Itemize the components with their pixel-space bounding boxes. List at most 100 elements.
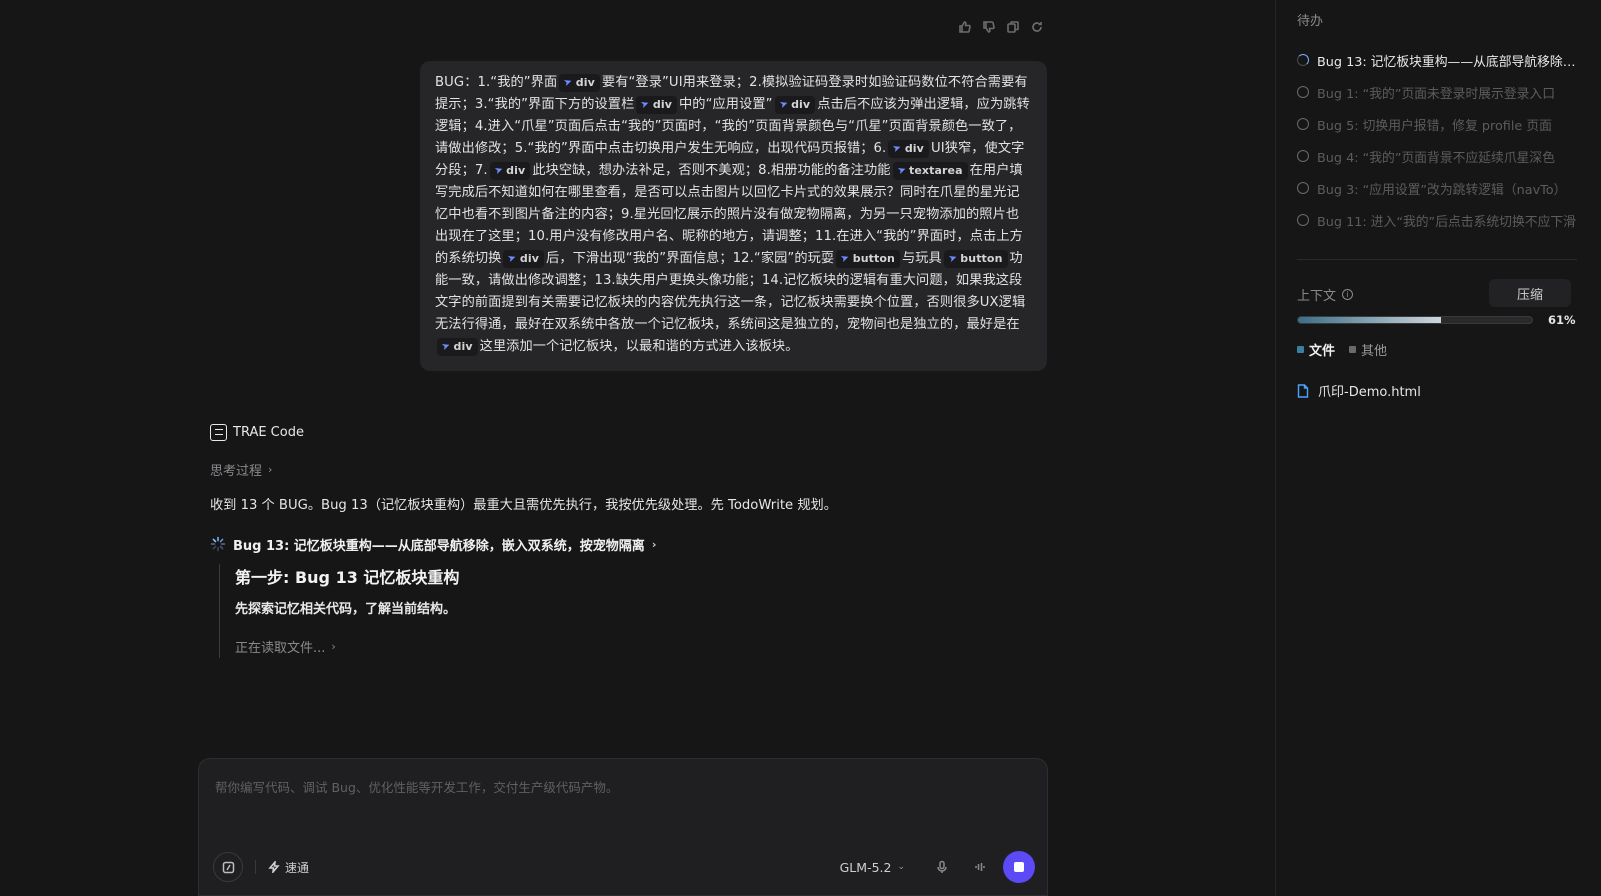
lightning-icon (268, 861, 280, 873)
trae-logo-icon (210, 423, 227, 441)
chip-label: button (852, 252, 895, 265)
element-reference-chip[interactable]: ➤ div (559, 74, 600, 92)
prompt-input[interactable] (215, 777, 1025, 837)
assistant-reply: 收到 13 个 BUG。Bug 13（记忆板块重构）最重大且需优先执行，我按优先… (210, 498, 837, 513)
pending-circle-icon (1297, 150, 1309, 162)
thumbs-up-icon[interactable] (958, 20, 972, 34)
element-reference-chip[interactable]: ➤ button (836, 250, 900, 268)
file-name: 爪印-Demo.html (1318, 385, 1421, 400)
todo-item[interactable]: Bug 3: “应用设置”改为跳转逻辑（navTo） (1297, 172, 1577, 204)
stop-icon (1014, 862, 1024, 872)
todo-label: Bug 13: 记忆板块重构——从底部导航移除，嵌入双系统，按宠物隔离 (1317, 54, 1577, 70)
element-reference-chip[interactable]: ➤ div (437, 338, 478, 356)
tab-square-icon (1349, 346, 1357, 353)
context-progress-bar (1297, 316, 1533, 324)
retry-icon[interactable] (1030, 20, 1044, 34)
chip-label: div (453, 340, 473, 353)
chevron-right-icon: › (268, 462, 273, 476)
pending-circle-icon (1297, 214, 1309, 226)
cursor-pointer-icon: ➤ (440, 339, 452, 354)
cursor-pointer-icon: ➤ (895, 163, 908, 178)
file-icon (1297, 383, 1309, 398)
loading-spinner-icon (210, 536, 226, 552)
todo-item[interactable]: Bug 1: “我的”页面未登录时展示登录入口 (1297, 76, 1577, 108)
speed-label: 速通 (285, 860, 310, 875)
message-text-segment: 中的“应用设置” (679, 97, 773, 112)
element-reference-chip[interactable]: ➤ textarea (892, 162, 968, 180)
composer-toolbar: 速通 GLM-5.2 ⌄ (213, 851, 1035, 883)
context-tab[interactable]: 文件 (1297, 340, 1335, 359)
message-composer: 速通 GLM-5.2 ⌄ (198, 758, 1048, 896)
chevron-right-icon: › (651, 537, 657, 551)
slash-command-icon (222, 861, 234, 873)
sound-wave-icon (975, 863, 985, 871)
todo-label: Bug 1: “我的”页面未登录时展示登录入口 (1317, 86, 1556, 102)
chip-label: div (904, 142, 924, 155)
todo-label: Bug 4: “我的”页面背景不应延续爪星深色 (1317, 150, 1556, 166)
message-text-segment: 后，下滑出现“我的”界面信息；12.“家园”的玩耍 (546, 251, 835, 266)
todo-item[interactable]: Bug 13: 记忆板块重构——从底部导航移除，嵌入双系统，按宠物隔离 (1297, 44, 1577, 76)
thumbs-down-icon[interactable] (982, 20, 996, 34)
thinking-label: 思考过程 (210, 463, 263, 479)
tab-square-icon (1297, 346, 1304, 353)
element-reference-chip[interactable]: ➤ div (503, 250, 545, 268)
task-title: Bug 13: 记忆板块重构——从底部导航移除，嵌入双系统，按宠物隔离 (233, 538, 645, 554)
context-progress-fill (1298, 317, 1441, 323)
thinking-toggle[interactable]: 思考过程 › (210, 459, 1050, 479)
microphone-button[interactable] (927, 852, 957, 882)
context-file[interactable]: 爪印-Demo.html (1297, 381, 1421, 400)
slash-command-button[interactable] (213, 852, 243, 882)
element-reference-chip[interactable]: ➤ div (489, 162, 531, 180)
user-message-bubble: BUG：1.“我的”界面 ➤ div 要有“登录”UI用来登录；2.模拟验证码登录时如… (420, 61, 1047, 371)
message-text-segment: 这里添加一个记忆板块，以最和谐的方式进入该板块。 (479, 339, 799, 354)
chip-label: div (519, 252, 540, 265)
todo-title: 待办 (1297, 14, 1324, 29)
voice-wave-button[interactable] (965, 852, 995, 882)
message-text-segment: 此块空缺，想办法补足，否则不美观；8.相册功能的备注功能 (532, 163, 891, 178)
step-description: 先探索记忆相关代码，了解当前结构。 (235, 602, 457, 617)
context-label: 上下文 (1297, 289, 1337, 304)
cursor-pointer-icon: ➤ (777, 97, 790, 112)
pending-circle-icon (1297, 86, 1309, 98)
element-reference-chip[interactable]: ➤ div (888, 140, 929, 158)
todo-label: Bug 3: “应用设置”改为跳转逻辑（navTo） (1317, 182, 1567, 198)
right-sidebar: 待办 Bug 13: 记忆板块重构——从底部导航移除，嵌入双系统，按宠物隔离 Bu… (1275, 0, 1601, 896)
assistant-message: TRAE Code 思考过程 › 收到 13 个 BUG。Bug 13（记忆板块… (210, 422, 1050, 658)
microphone-icon (937, 860, 947, 873)
cursor-pointer-icon: ➤ (839, 251, 852, 266)
model-selector[interactable]: GLM-5.2 ⌄ (840, 860, 905, 875)
info-icon[interactable]: i (1342, 289, 1354, 300)
task-header[interactable]: Bug 13: 记忆板块重构——从底部导航移除，嵌入双系统，按宠物隔离 › (210, 534, 1050, 554)
todo-item[interactable]: Bug 4: “我的”页面背景不应延续爪星深色 (1297, 140, 1577, 172)
agent-name: TRAE Code (233, 424, 304, 440)
element-reference-chip[interactable]: ➤ div (636, 96, 677, 114)
cursor-pointer-icon: ➤ (506, 251, 519, 266)
element-reference-chip[interactable]: ➤ button (943, 250, 1008, 268)
model-label: GLM-5.2 (839, 859, 892, 875)
element-reference-chip[interactable]: ➤ div (774, 96, 816, 114)
reading-label: 正在读取文件... (235, 640, 326, 656)
context-header: 上下文 i (1297, 285, 1354, 304)
task-detail: 第一步: Bug 13 记忆板块重构 先探索记忆相关代码，了解当前结构。 正在读… (219, 564, 1050, 658)
reading-files-toggle[interactable]: 正在读取文件... › (235, 636, 1050, 656)
cursor-pointer-icon: ➤ (639, 97, 652, 112)
todo-label: Bug 5: 切换用户报错，修复 profile 页面 (1317, 118, 1552, 134)
chip-label: textarea (909, 164, 963, 177)
todo-item[interactable]: Bug 11: 进入“我的”后点击系统切换不应下滑 (1297, 204, 1577, 236)
cursor-pointer-icon: ➤ (947, 251, 959, 266)
context-tabs: 文件 其他 (1297, 340, 1387, 359)
cursor-pointer-icon: ➤ (492, 163, 505, 178)
tab-label: 其他 (1361, 344, 1388, 359)
stop-generation-button[interactable] (1003, 851, 1035, 883)
todo-item[interactable]: Bug 5: 切换用户报错，修复 profile 页面 (1297, 108, 1577, 140)
pending-circle-icon (1297, 118, 1309, 130)
copy-icon[interactable] (1006, 20, 1020, 34)
agent-header: TRAE Code (210, 422, 1050, 442)
compress-button[interactable]: 压缩 (1489, 279, 1571, 307)
chevron-right-icon: › (331, 639, 336, 653)
in-progress-icon (1297, 54, 1309, 66)
pending-circle-icon (1297, 182, 1309, 194)
todo-label: Bug 11: 进入“我的”后点击系统切换不应下滑 (1317, 214, 1576, 230)
context-tab[interactable]: 其他 (1349, 340, 1387, 359)
speed-mode-button[interactable]: 速通 (268, 859, 309, 876)
